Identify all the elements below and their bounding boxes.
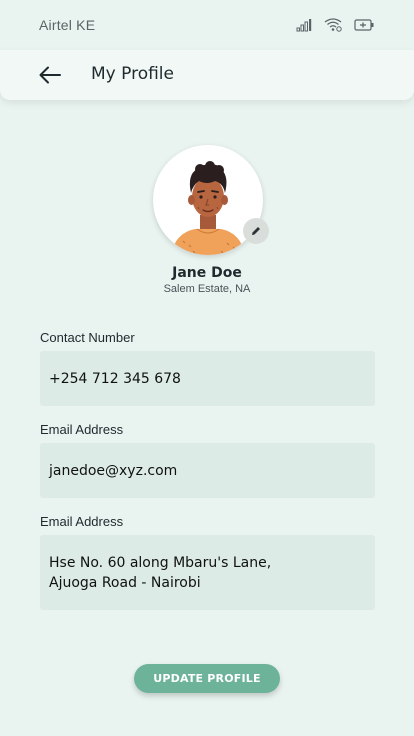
edit-avatar-button[interactable] [243, 218, 269, 244]
address-label: Email Address [40, 514, 124, 529]
address-field[interactable]: Hse No. 60 along Mbaru's Lane, Ajuoga Ro… [40, 535, 375, 610]
contact-number-field[interactable]: +254 712 345 678 [40, 351, 375, 406]
pencil-icon [250, 222, 262, 241]
app-header: My Profile [0, 50, 414, 100]
back-arrow-icon[interactable] [36, 63, 64, 87]
signal-icon [296, 18, 312, 32]
status-icons [296, 18, 374, 32]
contact-number-label: Contact Number [40, 330, 135, 345]
battery-icon [354, 19, 374, 31]
wifi-icon [324, 18, 342, 32]
email-address-label: Email Address [40, 422, 124, 437]
carrier-name: Airtel KE [39, 17, 96, 33]
email-address-field[interactable]: janedoe@xyz.com [40, 443, 375, 498]
avatar-container [153, 145, 269, 255]
profile-location: Salem Estate, NA [163, 283, 251, 295]
page-title: My Profile [91, 64, 174, 84]
profile-name: Jane Doe [172, 265, 242, 281]
status-bar: Airtel KE [0, 0, 414, 50]
update-profile-button[interactable]: UPDATE PROFILE [134, 664, 280, 693]
